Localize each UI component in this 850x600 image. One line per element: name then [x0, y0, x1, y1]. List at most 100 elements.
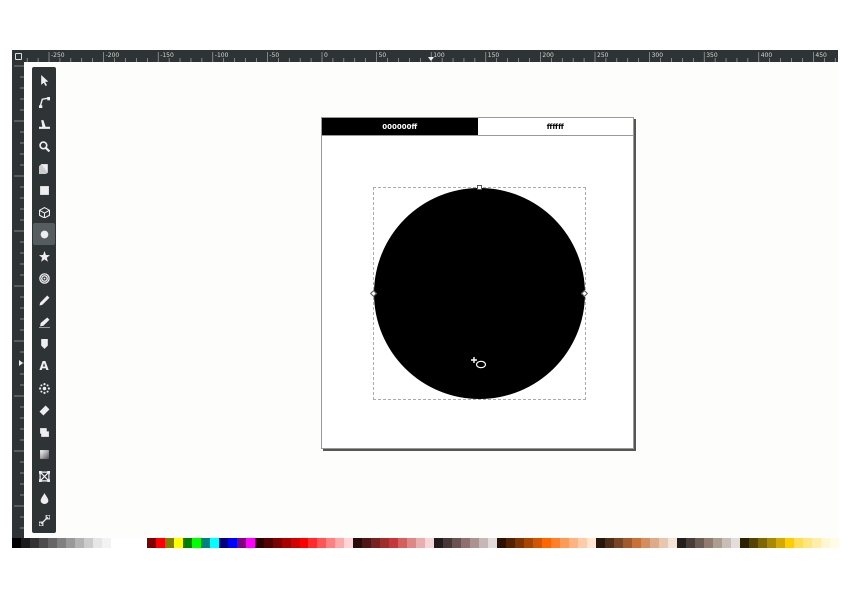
palette-swatch[interactable]	[631, 538, 641, 548]
palette-swatch[interactable]	[155, 538, 165, 548]
palette-swatch[interactable]	[263, 538, 273, 548]
palette-swatch[interactable]	[739, 538, 749, 548]
node-tool[interactable]	[33, 91, 55, 113]
palette-swatch[interactable]	[784, 538, 794, 548]
palette-swatch[interactable]	[506, 538, 516, 548]
palette-swatch[interactable]	[200, 538, 210, 548]
palette-swatch[interactable]	[398, 538, 408, 548]
palette-swatch[interactable]	[290, 538, 300, 548]
palette-swatch[interactable]	[595, 538, 605, 548]
connector-tool[interactable]	[33, 509, 55, 531]
palette-swatch[interactable]	[748, 538, 758, 548]
zoom-tool[interactable]	[33, 135, 55, 157]
palette-swatch[interactable]	[640, 538, 650, 548]
palette-swatch[interactable]	[353, 538, 363, 548]
palette-swatch[interactable]	[344, 538, 354, 548]
palette-swatch[interactable]	[272, 538, 282, 548]
palette-swatch[interactable]	[658, 538, 668, 548]
palette-swatch[interactable]	[20, 538, 30, 548]
ruler-horizontal[interactable]: -250 -200 -150 -100 -50 0 50 100 150 200 250 300 350…	[12, 50, 838, 62]
palette-swatch[interactable]	[560, 538, 570, 548]
calligraphy-tool[interactable]	[33, 333, 55, 355]
palette-swatch[interactable]	[533, 538, 543, 548]
palette-swatch[interactable]	[766, 538, 776, 548]
palette-swatch[interactable]	[811, 538, 821, 548]
dropper-tool[interactable]	[33, 487, 55, 509]
palette-swatch[interactable]	[578, 538, 587, 548]
palette-swatch[interactable]	[757, 538, 767, 548]
palette-swatch[interactable]	[12, 538, 21, 548]
palette-swatch[interactable]	[29, 538, 39, 548]
palette-swatch[interactable]	[335, 538, 345, 548]
palette-swatch[interactable]	[65, 538, 75, 548]
palette-swatch[interactable]	[829, 538, 839, 548]
palette-swatch[interactable]	[164, 538, 174, 548]
palette-swatch[interactable]	[92, 538, 102, 548]
palette-swatch[interactable]	[371, 538, 381, 548]
palette-swatch[interactable]	[802, 538, 812, 548]
text-tool[interactable]: A	[33, 355, 55, 377]
palette-swatch[interactable]	[667, 538, 677, 548]
rectangle-tool[interactable]	[33, 179, 55, 201]
palette-swatch[interactable]	[649, 538, 659, 548]
palette-swatch[interactable]	[685, 538, 695, 548]
palette-swatch[interactable]	[703, 538, 713, 548]
palette-swatch[interactable]	[83, 538, 93, 548]
palette-swatch[interactable]	[236, 538, 246, 548]
palette-swatch[interactable]	[721, 538, 731, 548]
palette-swatch[interactable]	[56, 538, 66, 548]
palette-swatch[interactable]	[434, 538, 444, 548]
palette-swatch[interactable]	[146, 538, 156, 548]
star-tool[interactable]	[33, 245, 55, 267]
pencil-tool[interactable]	[33, 289, 55, 311]
palette-swatch[interactable]	[101, 538, 111, 548]
3d-box-tool[interactable]	[33, 201, 55, 223]
canvas-page[interactable]: 000000ff ffffff	[321, 117, 634, 449]
tweak-tool[interactable]	[33, 113, 55, 135]
mesh-tool[interactable]	[33, 465, 55, 487]
palette-swatch[interactable]	[245, 538, 255, 548]
palette-swatch[interactable]	[47, 538, 57, 548]
palette-swatch[interactable]	[137, 538, 147, 548]
palette-swatch[interactable]	[488, 538, 498, 548]
eraser-tool[interactable]	[33, 399, 55, 421]
spray-tool[interactable]	[33, 377, 55, 399]
palette-swatch[interactable]	[613, 538, 623, 548]
palette-swatch[interactable]	[182, 538, 192, 548]
palette-swatch[interactable]	[173, 538, 183, 548]
ellipse-tool[interactable]	[33, 223, 55, 245]
palette-swatch[interactable]	[74, 538, 84, 548]
lock-guides-icon[interactable]	[12, 50, 24, 62]
palette-swatch[interactable]	[389, 538, 399, 548]
palette-swatch[interactable]	[119, 538, 129, 548]
palette-swatch[interactable]	[676, 538, 686, 548]
palette-swatch[interactable]	[407, 538, 417, 548]
palette-swatch[interactable]	[425, 538, 435, 548]
palette-swatch[interactable]	[362, 538, 372, 548]
palette-swatch[interactable]	[730, 538, 740, 548]
palette-swatch[interactable]	[416, 538, 426, 548]
palette-swatch[interactable]	[551, 538, 561, 548]
ruler-vertical[interactable]	[12, 62, 24, 540]
pen-tool[interactable]	[33, 311, 55, 333]
palette-swatch[interactable]	[299, 538, 309, 548]
swatch-white[interactable]: ffffff	[477, 118, 633, 135]
palette-swatch[interactable]	[622, 538, 632, 548]
palette-swatch[interactable]	[110, 538, 120, 548]
palette-swatch[interactable]	[604, 538, 614, 548]
palette-swatch[interactable]	[587, 538, 596, 548]
palette-swatch[interactable]	[218, 538, 228, 548]
palette-swatch[interactable]	[317, 538, 327, 548]
palette-swatch[interactable]	[497, 538, 507, 548]
palette-swatch[interactable]	[380, 538, 390, 548]
palette-swatch[interactable]	[524, 538, 534, 548]
gradient-tool[interactable]	[33, 443, 55, 465]
palette-swatch[interactable]	[191, 538, 201, 548]
measure-tool[interactable]	[33, 157, 55, 179]
palette-swatch[interactable]	[128, 538, 138, 548]
palette-swatch[interactable]	[443, 538, 453, 548]
palette-swatch[interactable]	[308, 538, 318, 548]
palette-swatch[interactable]	[542, 538, 552, 548]
palette-swatch[interactable]	[38, 538, 48, 548]
swatch-black[interactable]: 000000ff	[322, 118, 478, 135]
